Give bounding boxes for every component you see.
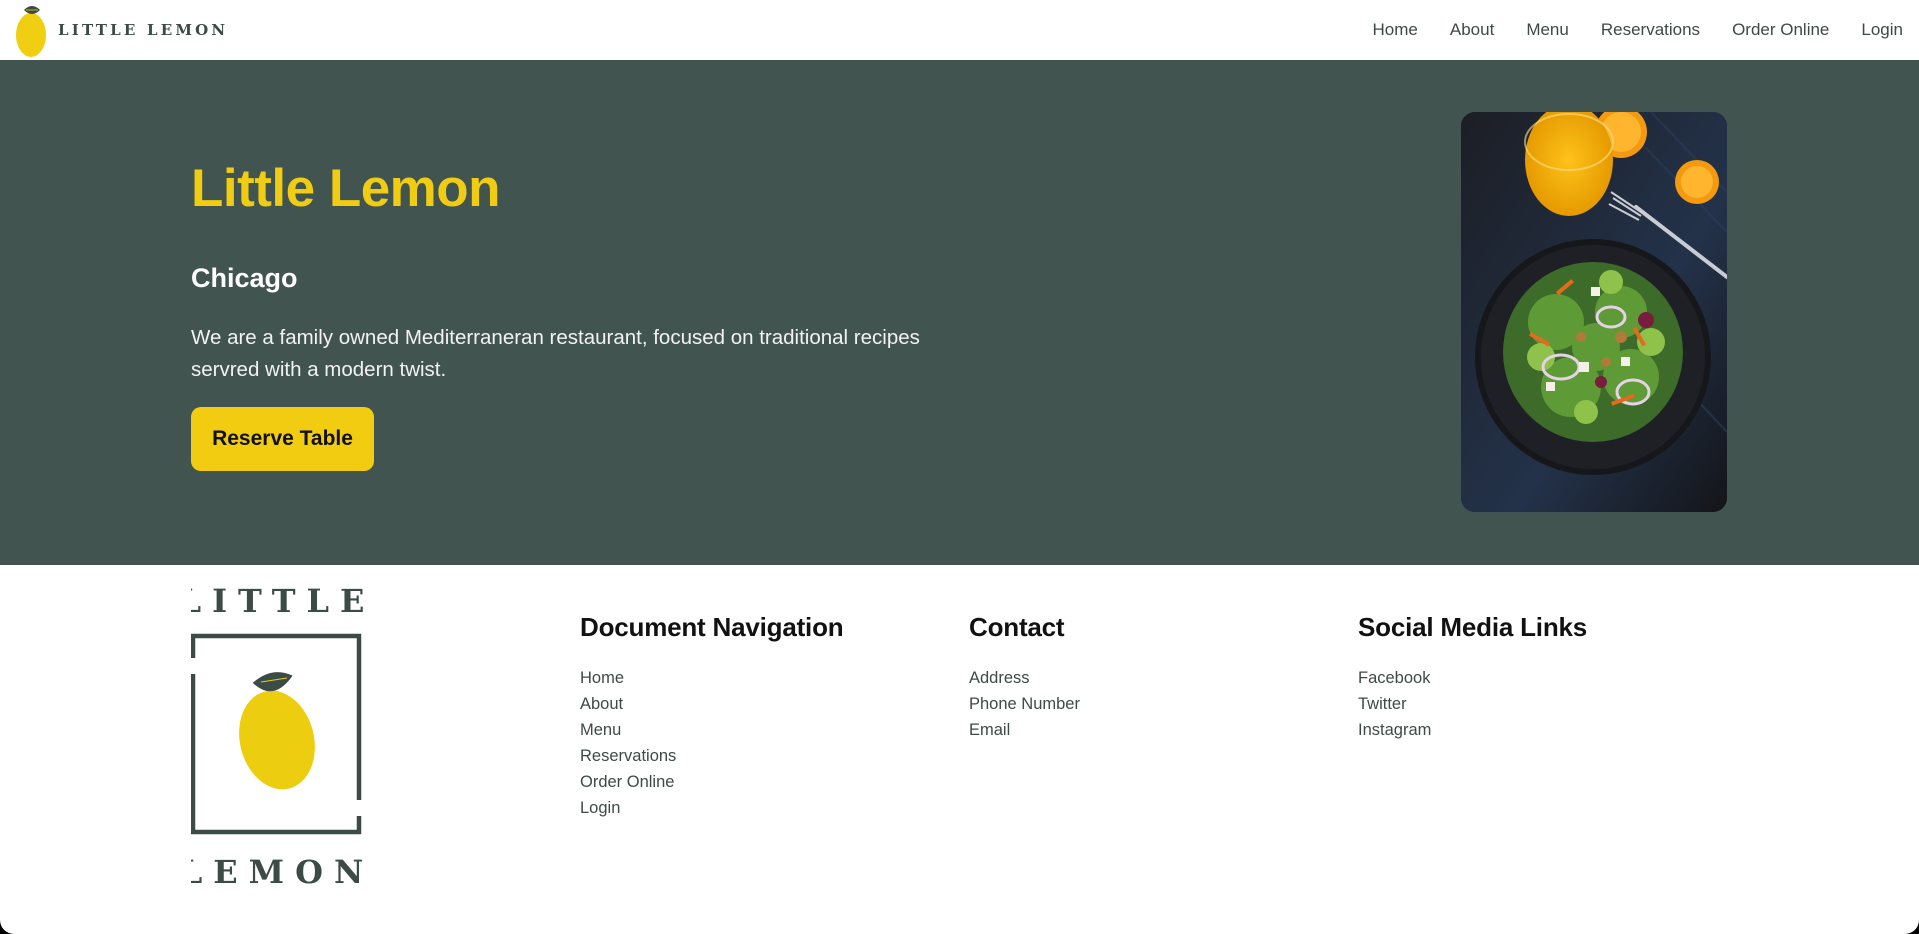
footer-social-facebook[interactable]: Facebook: [1358, 665, 1587, 691]
footer-contact-phone[interactable]: Phone Number: [969, 691, 1080, 717]
footer-nav-order-online[interactable]: Order Online: [580, 769, 843, 795]
hero-food-image: [1461, 112, 1727, 512]
footer-social-column: Social Media Links Facebook Twitter Inst…: [1358, 612, 1587, 743]
hero-section: Little Lemon Chicago We are a family own…: [0, 60, 1919, 565]
footer-social-twitter[interactable]: Twitter: [1358, 691, 1587, 717]
footer-logo: LITTLE LEMON: [179, 578, 365, 891]
nav-item-reservations[interactable]: Reservations: [1601, 20, 1700, 40]
nav-item-about[interactable]: About: [1450, 20, 1494, 40]
footer-contact-address[interactable]: Address: [969, 665, 1080, 691]
brand-logo[interactable]: LITTLE LEMON: [14, 0, 228, 60]
footer-contact-email[interactable]: Email: [969, 717, 1080, 743]
footer-navigation-column: Document Navigation Home About Menu Rese…: [580, 612, 844, 821]
footer-nav-reservations[interactable]: Reservations: [580, 743, 843, 769]
nav-item-login[interactable]: Login: [1861, 20, 1903, 40]
footer-navigation-heading: Document Navigation: [580, 612, 844, 642]
lemon-icon: [16, 6, 46, 57]
footer-nav-home[interactable]: Home: [580, 665, 843, 691]
hero-subtitle: Chicago: [191, 263, 298, 293]
brand-name: LITTLE LEMON: [58, 21, 229, 39]
footer-social-instagram[interactable]: Instagram: [1358, 717, 1587, 743]
footer-nav-menu[interactable]: Menu: [580, 717, 843, 743]
nav-item-home[interactable]: Home: [1373, 20, 1418, 40]
little-lemon-logo: LITTLE LEMON: [179, 582, 365, 891]
top-navbar: LITTLE LEMON Home About Menu Reservation…: [0, 0, 1919, 60]
footer-nav-about[interactable]: About: [580, 691, 843, 717]
salad-plate-image: [1461, 112, 1727, 512]
footer-social-heading: Social Media Links: [1358, 612, 1588, 642]
footer-contact-column: Contact Address Phone Number Email: [969, 612, 1080, 743]
lemon-icon: [239, 672, 315, 790]
nav-links: Home About Menu Reservations Order Onlin…: [1341, 0, 1903, 60]
footer-logo-bottom-text: LEMON: [191, 853, 363, 890]
nav-item-menu[interactable]: Menu: [1526, 20, 1569, 40]
hero-title: Little Lemon: [191, 159, 501, 218]
footer-contact-heading: Contact: [969, 612, 1065, 642]
footer-logo-top-text: LITTLE: [191, 582, 363, 620]
footer-nav-login[interactable]: Login: [580, 795, 843, 821]
reserve-table-button[interactable]: Reserve Table: [191, 407, 374, 471]
page: LITTLE LEMON Home About Menu Reservation…: [0, 0, 1919, 934]
hero-description: We are a family owned Mediterraneran res…: [191, 326, 920, 381]
nav-item-order-online[interactable]: Order Online: [1732, 20, 1829, 40]
